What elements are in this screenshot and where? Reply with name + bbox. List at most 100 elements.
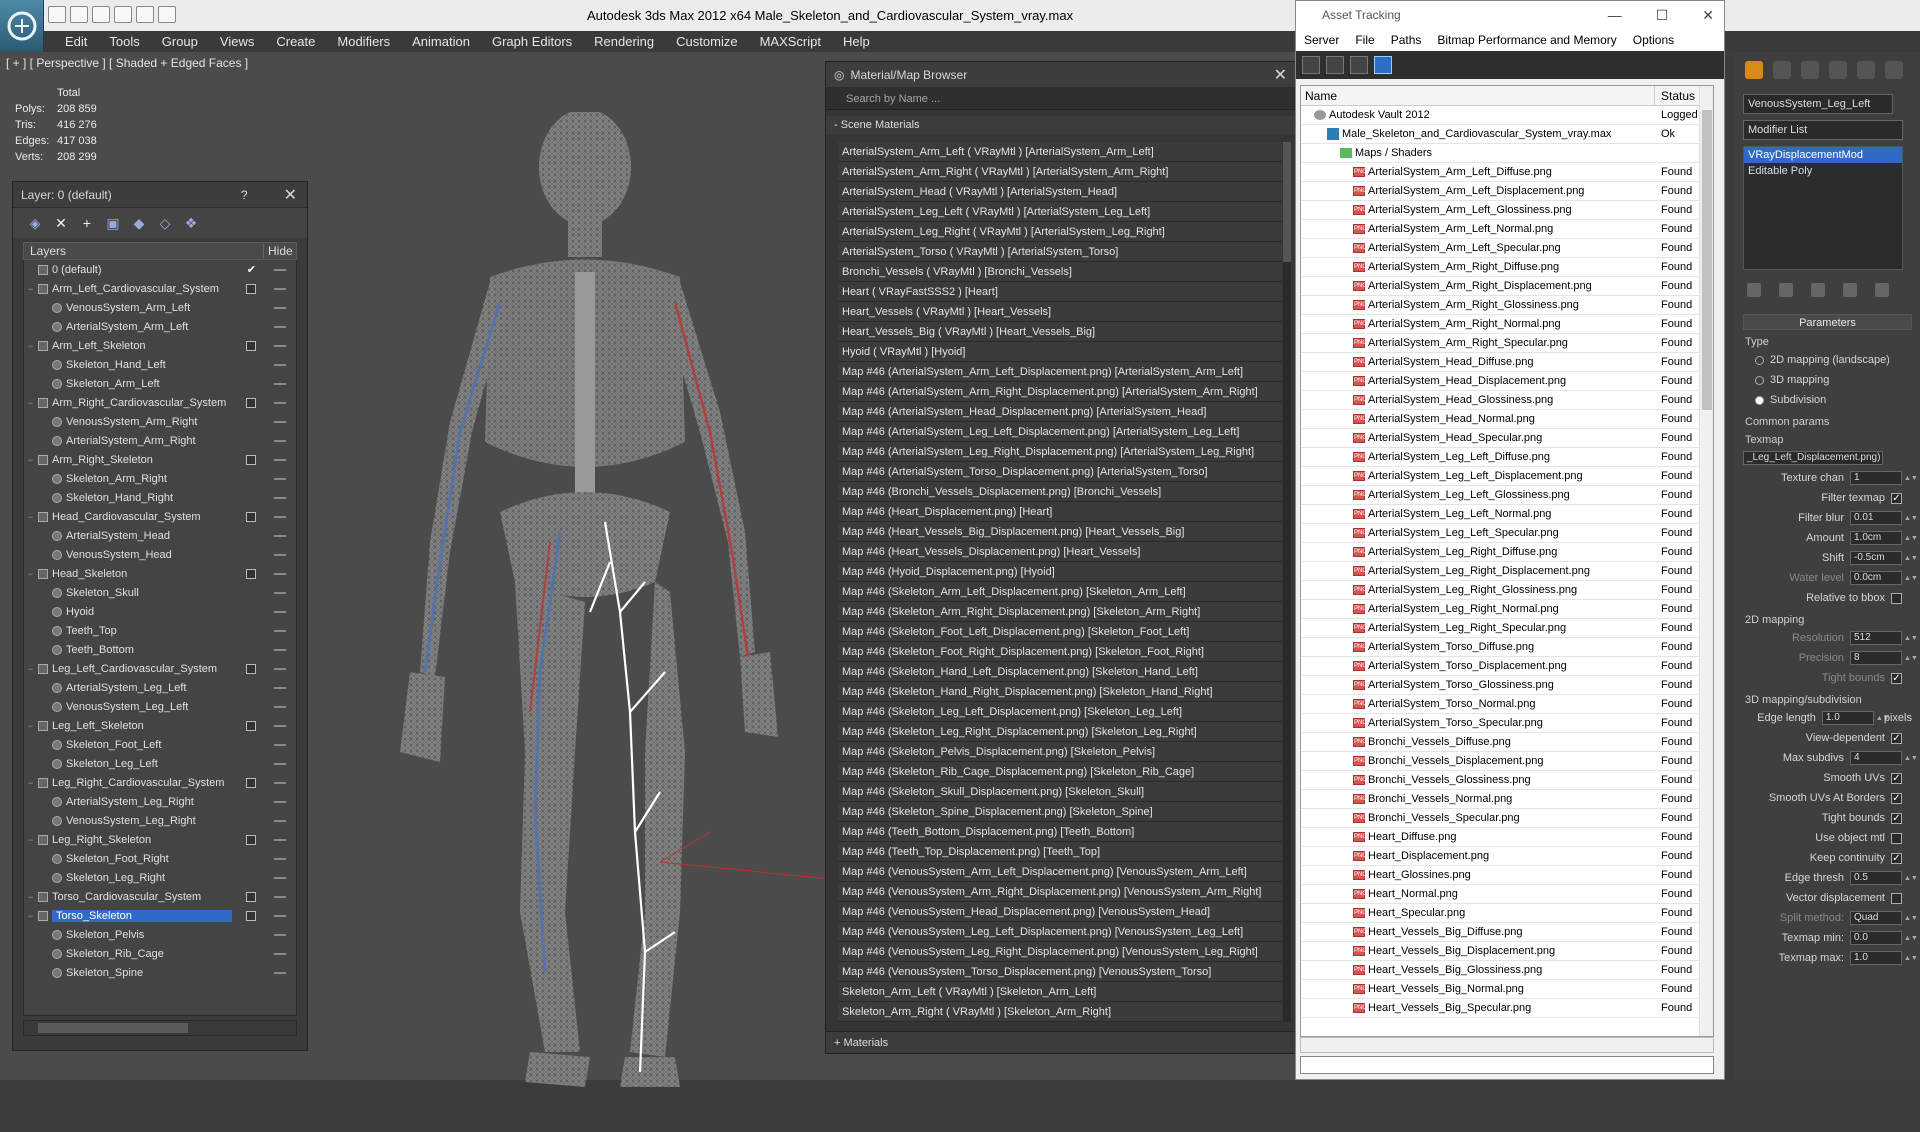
layer-current-checkbox[interactable] bbox=[246, 511, 256, 522]
asset-row[interactable]: PNG ArterialSystem_Head_Normal.png Found bbox=[1301, 410, 1713, 429]
layer-object-row[interactable]: ArterialSystem_Head bbox=[24, 526, 296, 545]
layer-object-row[interactable]: ArterialSystem_Leg_Right bbox=[24, 792, 296, 811]
asset-row[interactable]: PNG ArterialSystem_Head_Specular.png Found bbox=[1301, 429, 1713, 448]
layer-current-checkbox[interactable] bbox=[246, 891, 256, 902]
parameter-spinner[interactable]: 8 bbox=[1850, 651, 1902, 665]
layer-object-row[interactable]: VenousSystem_Head bbox=[24, 545, 296, 564]
hide-toggle[interactable] bbox=[274, 820, 286, 822]
type-radio-row[interactable]: 2D mapping (landscape) bbox=[1743, 350, 1912, 370]
material-list-item[interactable]: Map #46 (Heart_Vessels_Big_Displacement.… bbox=[838, 522, 1282, 542]
hide-toggle[interactable] bbox=[274, 554, 286, 556]
layer-object-row[interactable]: Skeleton_Foot_Left bbox=[24, 735, 296, 754]
material-list-item[interactable]: Map #46 (ArterialSystem_Head_Displacemen… bbox=[838, 402, 1282, 422]
parameter-checkbox[interactable] bbox=[1891, 892, 1902, 904]
asset-row[interactable]: PNG Bronchi_Vessels_Glossiness.png Found bbox=[1301, 771, 1713, 790]
hide-toggle[interactable] bbox=[274, 383, 286, 385]
viewport-label[interactable]: [ + ] [ Perspective ] [ Shaded + Edged F… bbox=[6, 56, 248, 70]
hide-toggle[interactable] bbox=[274, 668, 286, 670]
layer-row[interactable]: − Torso_Cardiovascular_System bbox=[24, 887, 296, 906]
material-list-item[interactable]: Map #46 (Hyoid_Displacement.png) [Hyoid] bbox=[838, 562, 1282, 582]
parameter-checkbox[interactable]: ✓ bbox=[1891, 772, 1902, 784]
hide-toggle[interactable] bbox=[274, 782, 286, 784]
material-list-item[interactable]: Map #46 (Heart_Displacement.png) [Heart] bbox=[838, 502, 1282, 522]
material-list-item[interactable]: Map #46 (ArterialSystem_Leg_Right_Displa… bbox=[838, 442, 1282, 462]
spinner-arrows-icon[interactable]: ▲▼ bbox=[1904, 755, 1918, 762]
material-list-item[interactable]: Map #46 (VenousSystem_Head_Displacement.… bbox=[838, 902, 1282, 922]
close-icon[interactable]: ✕ bbox=[1274, 65, 1287, 85]
parameter-spinner[interactable]: 0.5 bbox=[1850, 871, 1902, 885]
parameters-rollout-header[interactable]: Parameters bbox=[1743, 314, 1912, 330]
asset-row[interactable]: PNG Bronchi_Vessels_Displacement.png Found bbox=[1301, 752, 1713, 771]
modify-tab-icon[interactable] bbox=[1773, 61, 1791, 79]
hide-column[interactable]: Hide bbox=[264, 244, 296, 258]
asset-row[interactable]: PNG ArterialSystem_Torso_Diffuse.png Found bbox=[1301, 638, 1713, 657]
expand-icon[interactable]: − bbox=[28, 892, 38, 902]
material-list-item[interactable]: Map #46 (Skeleton_Foot_Right_Displacemen… bbox=[838, 642, 1282, 662]
layer-current-checkbox[interactable] bbox=[246, 834, 256, 845]
asset-row[interactable]: PNG ArterialSystem_Leg_Left_Normal.png Fou… bbox=[1301, 505, 1713, 524]
help-icon[interactable]: ? bbox=[241, 188, 248, 202]
layer-object-row[interactable]: ArterialSystem_Arm_Left bbox=[24, 317, 296, 336]
skeleton-model-render[interactable] bbox=[300, 112, 860, 1132]
layer-object-row[interactable]: Skeleton_Pelvis bbox=[24, 925, 296, 944]
asset-horizontal-scrollbar[interactable] bbox=[1300, 1037, 1714, 1053]
material-list-item[interactable]: Map #46 (Skeleton_Arm_Right_Displacement… bbox=[838, 602, 1282, 622]
hide-toggle[interactable] bbox=[274, 516, 286, 518]
parameter-checkbox[interactable]: ✓ bbox=[1891, 672, 1902, 684]
layer-current-checkbox[interactable] bbox=[246, 283, 256, 294]
material-list-item[interactable]: Map #46 (VenousSystem_Leg_Right_Displace… bbox=[838, 942, 1282, 962]
layer-row[interactable]: − Arm_Left_Skeleton bbox=[24, 336, 296, 355]
asset-row[interactable]: PNG ArterialSystem_Leg_Left_Glossiness.pn… bbox=[1301, 486, 1713, 505]
expand-icon[interactable]: − bbox=[28, 284, 38, 294]
asset-row[interactable]: PNG ArterialSystem_Torso_Glossiness.png Fo… bbox=[1301, 676, 1713, 695]
material-list-item[interactable]: Map #46 (Skeleton_Hand_Right_Displacemen… bbox=[838, 682, 1282, 702]
save-file-icon[interactable] bbox=[92, 6, 110, 23]
hide-toggle[interactable] bbox=[274, 345, 286, 347]
asset-vertical-scrollbar[interactable] bbox=[1699, 86, 1713, 1036]
app-logo-button[interactable] bbox=[0, 0, 44, 52]
hide-toggle[interactable] bbox=[274, 953, 286, 955]
hide-toggle[interactable] bbox=[274, 934, 286, 936]
spinner-arrows-icon[interactable]: ▲▼ bbox=[1904, 635, 1918, 642]
layer-current-checkbox[interactable] bbox=[246, 720, 256, 731]
hierarchy-tab-icon[interactable] bbox=[1801, 61, 1819, 79]
asset-row[interactable]: PNG ArterialSystem_Head_Diffuse.png Found bbox=[1301, 353, 1713, 372]
materials-group[interactable]: + Materials bbox=[826, 1031, 1297, 1053]
modifier-stack-item[interactable]: Editable Poly bbox=[1744, 163, 1902, 179]
spinner-arrows-icon[interactable]: ▲▼ bbox=[1904, 555, 1918, 562]
layer-object-row[interactable]: Skeleton_Hand_Right bbox=[24, 488, 296, 507]
name-column[interactable]: Name bbox=[1301, 86, 1655, 105]
layer-object-row[interactable]: Skeleton_Rib_Cage bbox=[24, 944, 296, 963]
show-end-result-icon[interactable] bbox=[1779, 283, 1793, 297]
grid-view-icon[interactable] bbox=[1374, 56, 1392, 74]
add-to-layer-icon[interactable]: + bbox=[79, 215, 95, 231]
parameter-checkbox[interactable] bbox=[1891, 832, 1902, 844]
material-list-item[interactable]: Map #46 (ArterialSystem_Torso_Displaceme… bbox=[838, 462, 1282, 482]
material-list-item[interactable]: Bronchi_Vessels ( VRayMtl ) [Bronchi_Ves… bbox=[838, 262, 1282, 282]
select-objects-icon[interactable]: ▣ bbox=[105, 215, 121, 231]
menu-item[interactable]: Help bbox=[832, 34, 881, 49]
asset-menu-item[interactable]: File bbox=[1347, 33, 1382, 47]
material-list-item[interactable]: ArterialSystem_Leg_Left ( VRayMtl ) [Art… bbox=[838, 202, 1282, 222]
material-list-item[interactable]: Map #46 (Skeleton_Leg_Right_Displacement… bbox=[838, 722, 1282, 742]
open-file-icon[interactable] bbox=[70, 6, 88, 23]
asset-row[interactable]: PNG Heart_Vessels_Big_Displacement.png Fou… bbox=[1301, 942, 1713, 961]
asset-row[interactable]: PNG ArterialSystem_Leg_Right_Displacement… bbox=[1301, 562, 1713, 581]
asset-row[interactable]: PNG ArterialSystem_Leg_Right_Diffuse.png F… bbox=[1301, 543, 1713, 562]
asset-row[interactable]: PNG ArterialSystem_Leg_Left_Specular.png F… bbox=[1301, 524, 1713, 543]
menu-item[interactable]: Graph Editors bbox=[481, 34, 583, 49]
asset-row[interactable]: PNG ArterialSystem_Head_Glossiness.png Fou… bbox=[1301, 391, 1713, 410]
asset-row[interactable]: PNG Bronchi_Vessels_Normal.png Found bbox=[1301, 790, 1713, 809]
parameter-spinner[interactable]: 1.0cm bbox=[1850, 531, 1902, 545]
layer-object-row[interactable]: VenousSystem_Leg_Left bbox=[24, 697, 296, 716]
expand-icon[interactable]: − bbox=[28, 664, 38, 674]
parameter-checkbox[interactable] bbox=[1891, 592, 1902, 604]
status-column[interactable]: Status bbox=[1655, 86, 1695, 105]
layer-row[interactable]: − Arm_Left_Cardiovascular_System bbox=[24, 279, 296, 298]
asset-row[interactable]: PNG Heart_Vessels_Big_Normal.png Found bbox=[1301, 980, 1713, 999]
hide-toggle[interactable] bbox=[274, 535, 286, 537]
layer-object-row[interactable]: ArterialSystem_Leg_Left bbox=[24, 678, 296, 697]
layer-row[interactable]: − Arm_Right_Skeleton bbox=[24, 450, 296, 469]
layer-row[interactable]: − Head_Skeleton bbox=[24, 564, 296, 583]
parameter-spinner[interactable]: 4 bbox=[1850, 751, 1902, 765]
